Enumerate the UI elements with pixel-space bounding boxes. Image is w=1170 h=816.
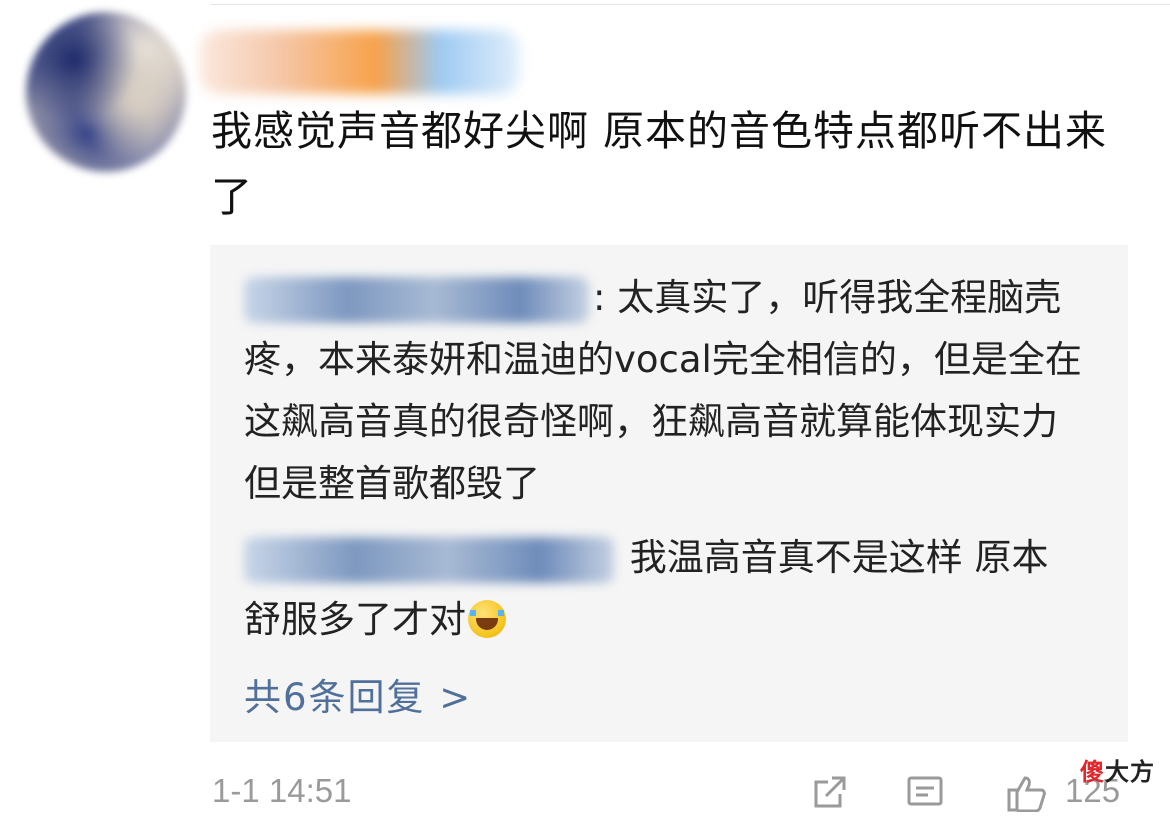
comment-footer: 1-1 14:51 125 bbox=[210, 772, 1170, 813]
comment-text: 我感觉声音都好尖啊 原本的音色特点都听不出来了 bbox=[211, 107, 1108, 221]
laughing-tears-emoji-icon bbox=[468, 600, 506, 638]
top-divider bbox=[210, 0, 1170, 5]
more-replies-link[interactable]: 共6条回复 > bbox=[244, 667, 472, 721]
reply-item[interactable]: : 太真实了，听得我全程脑壳疼，本来泰妍和温迪的vocal完全相信的，但是全在这… bbox=[244, 267, 1084, 515]
watermark: 傻大方 bbox=[1080, 752, 1155, 787]
reply-item[interactable]: 我温高音真不是这样 原本舒服多了才对 bbox=[244, 527, 1084, 651]
watermark-text: 大方 bbox=[1105, 758, 1155, 786]
watermark-accent: 傻 bbox=[1080, 758, 1105, 786]
thumbs-up-icon[interactable] bbox=[1005, 772, 1046, 813]
reply-username-redacted[interactable] bbox=[244, 536, 614, 583]
username-redacted[interactable] bbox=[200, 30, 520, 94]
reply-box: : 太真实了，听得我全程脑壳疼，本来泰妍和温迪的vocal完全相信的，但是全在这… bbox=[210, 245, 1128, 742]
reply-username-redacted[interactable] bbox=[244, 276, 589, 323]
share-icon[interactable] bbox=[810, 772, 850, 812]
timestamp: 1-1 14:51 bbox=[212, 772, 352, 809]
comment-icon[interactable] bbox=[905, 772, 945, 812]
avatar[interactable] bbox=[26, 12, 186, 172]
